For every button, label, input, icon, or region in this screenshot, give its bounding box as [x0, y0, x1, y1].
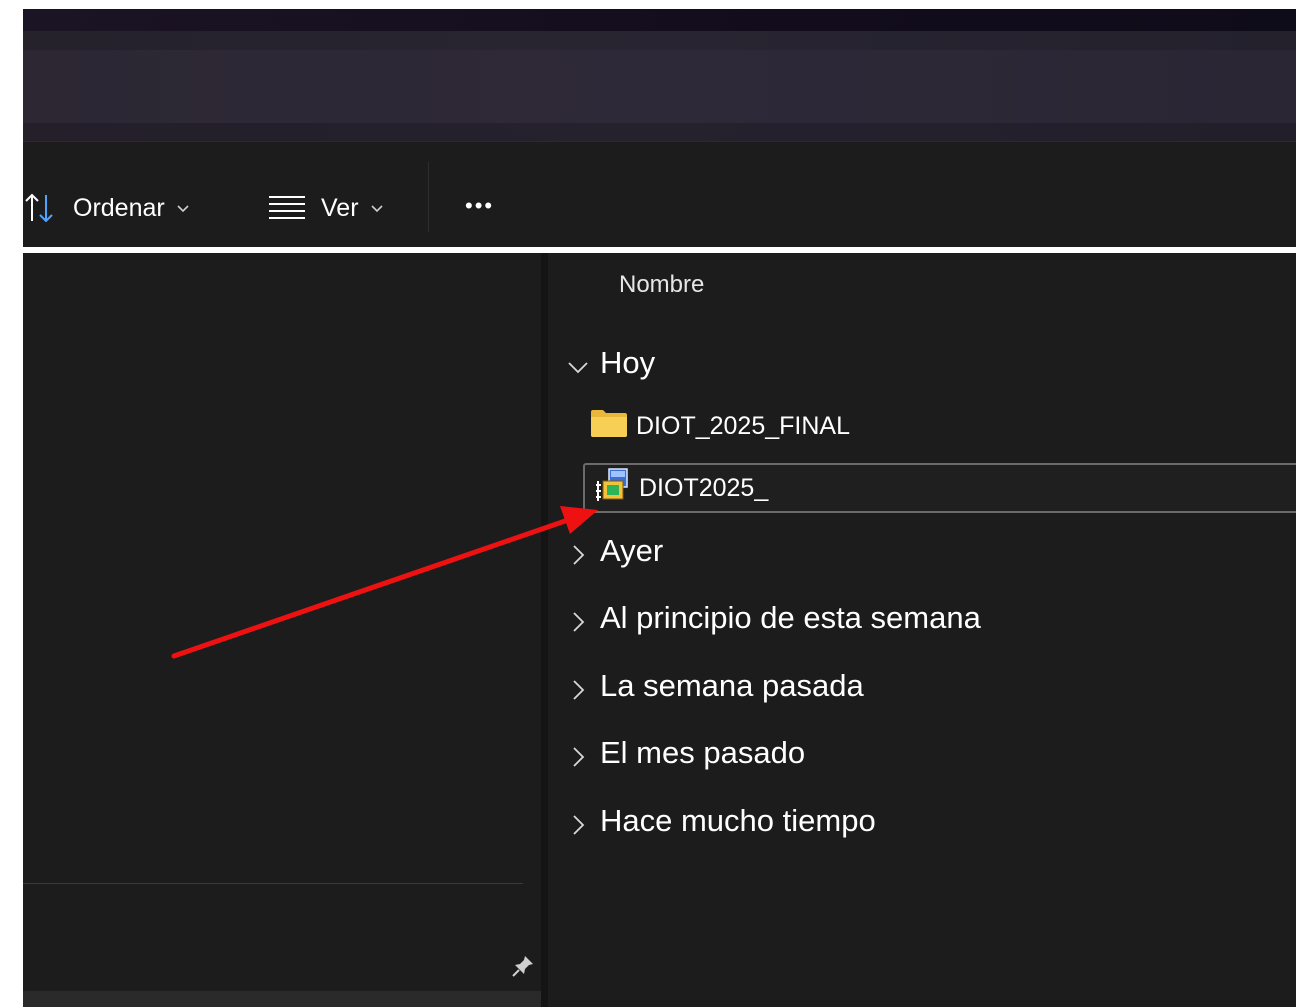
nav-divider — [23, 883, 523, 884]
group-label: Hoy — [600, 345, 656, 380]
chevron-right-icon — [566, 809, 590, 835]
group-label: El mes pasado — [600, 735, 806, 770]
chevron-right-icon — [566, 539, 590, 565]
group-label: Hace mucho tiempo — [600, 803, 876, 838]
chevron-down-icon — [566, 351, 590, 375]
group-header-mes-pasado[interactable]: El mes pasado — [566, 731, 805, 775]
address-strip — [23, 123, 1296, 141]
group-header-ayer[interactable]: Ayer — [566, 529, 663, 573]
pin-icon[interactable] — [510, 953, 536, 979]
command-bar: Ordenar Ver ••• — [23, 141, 1296, 248]
installer-icon — [593, 467, 631, 510]
group-label: Ayer — [600, 533, 664, 568]
list-item-installer[interactable]: DIOT2025_ — [583, 463, 1296, 513]
file-explorer-window: Ordenar Ver ••• Nombre Hoy DIOT_2025_FIN… — [23, 9, 1296, 1007]
file-list: Nombre Hoy DIOT_2025_FINAL DIOT2025_ Aye… — [548, 253, 1296, 1007]
group-header-esta-semana[interactable]: Al principio de esta semana — [566, 596, 981, 640]
file-name: DIOT_2025_FINAL — [636, 411, 850, 440]
chevron-right-icon — [566, 674, 590, 700]
group-header-semana-pasada[interactable]: La semana pasada — [566, 664, 864, 708]
chevron-down-icon — [370, 201, 383, 216]
tab-strip — [23, 31, 1296, 50]
folder-icon — [590, 408, 628, 445]
list-item-folder[interactable]: DIOT_2025_FINAL — [590, 406, 850, 446]
file-name: DIOT2025_ — [639, 473, 769, 502]
more-options-icon: ••• — [465, 193, 495, 218]
group-label: La semana pasada — [600, 668, 864, 703]
column-header-name[interactable]: Nombre — [619, 271, 704, 299]
group-header-hace-mucho[interactable]: Hace mucho tiempo — [566, 799, 876, 843]
toolbar-divider — [428, 162, 429, 232]
group-label: Al principio de esta semana — [600, 600, 981, 635]
address-bar-area — [23, 31, 1296, 141]
more-options-button[interactable]: ••• — [465, 186, 494, 226]
sort-button[interactable]: Ordenar — [23, 188, 189, 228]
navigation-pane — [23, 253, 541, 1007]
chevron-right-icon — [566, 606, 590, 632]
title-bar — [23, 9, 1296, 31]
chevron-right-icon — [566, 741, 590, 767]
sort-arrows-icon — [23, 191, 57, 225]
nav-scroll-strip — [23, 991, 541, 1007]
pane-splitter[interactable] — [541, 253, 548, 1007]
view-label: Ver — [321, 193, 359, 222]
list-view-icon — [267, 193, 307, 223]
sort-label: Ordenar — [73, 193, 165, 222]
group-header-hoy[interactable]: Hoy — [566, 341, 655, 385]
view-button[interactable]: Ver — [267, 188, 383, 228]
chevron-down-icon — [177, 201, 189, 216]
